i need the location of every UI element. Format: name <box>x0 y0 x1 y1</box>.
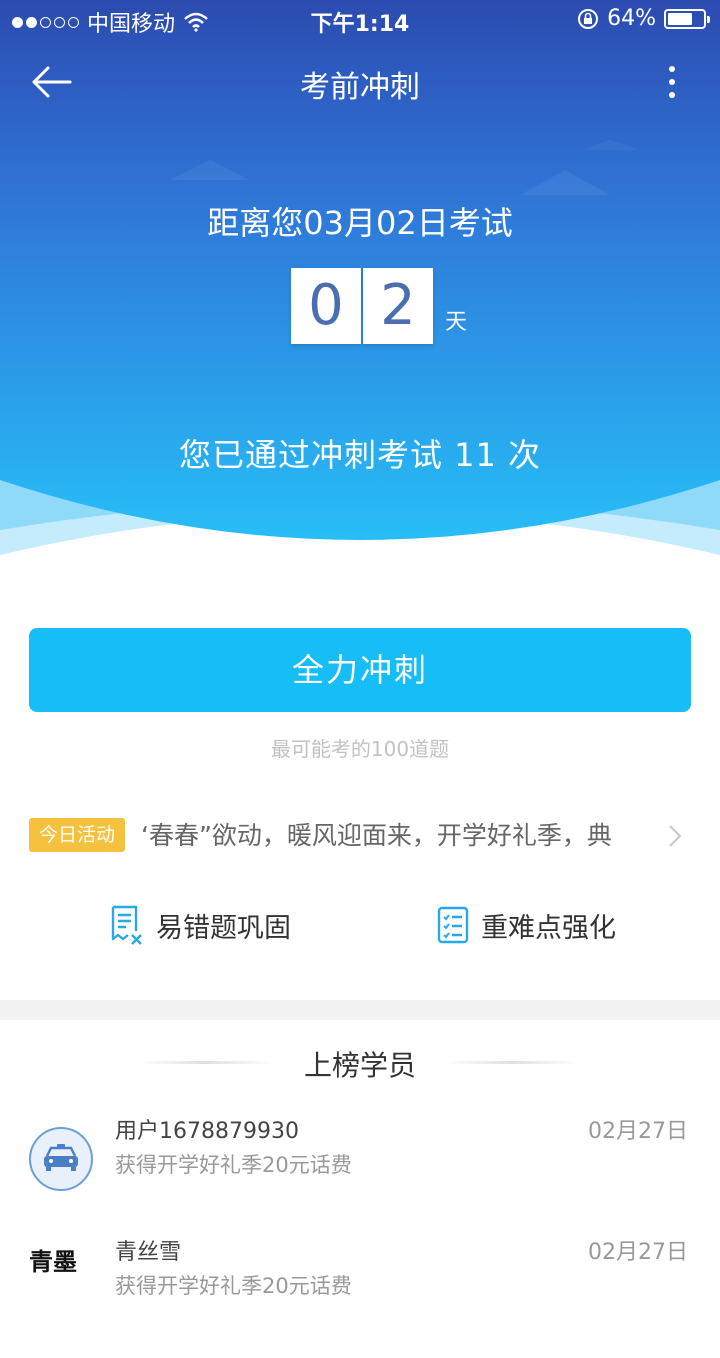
member-reward: 获得开学好礼季20元话费 <box>115 1274 352 1298</box>
battery-percent: 64% <box>607 6 656 31</box>
chevron-right-icon[interactable] <box>667 823 683 849</box>
avatar <box>29 1127 93 1191</box>
error-notes-icon <box>111 905 142 945</box>
full-sprint-button[interactable]: 全力冲刺 <box>29 628 691 712</box>
checklist-icon <box>437 906 469 944</box>
member-name: 青丝雪 <box>115 1240 182 1265</box>
member-date: 02月27日 <box>588 1240 688 1265</box>
countdown-unit: 天 <box>445 310 468 335</box>
rotation-lock-icon <box>578 8 599 29</box>
activity-tag: 今日活动 <box>29 818 125 852</box>
quick-link-key-points[interactable]: 重难点强化 <box>437 900 616 950</box>
title-divider-right <box>444 1061 580 1064</box>
member-date: 02月27日 <box>588 1119 688 1144</box>
ink-logo-avatar: 青墨 <box>29 1247 77 1276</box>
list-item[interactable]: 青墨 青丝雪 获得开学好礼季20元话费 02月27日 <box>0 1240 720 1358</box>
more-options-icon[interactable] <box>660 64 684 100</box>
quick-link-label: 易错题巩固 <box>156 912 291 944</box>
nav-bar: 考前冲刺 <box>0 44 720 118</box>
activity-banner[interactable]: 今日活动 ‘春春”欲动，暖风迎面来，开学好礼季，典 <box>29 818 691 854</box>
quick-link-error-review[interactable]: 易错题巩固 <box>110 900 291 950</box>
battery-icon <box>664 8 710 29</box>
car-icon <box>44 1144 78 1171</box>
member-name: 用户1678879930 <box>115 1119 299 1144</box>
quick-link-label: 重难点强化 <box>481 912 616 944</box>
avatar: 青墨 <box>29 1247 93 1312</box>
status-right: 64% <box>577 6 710 31</box>
countdown-digits: 0 2 天 <box>291 268 467 344</box>
countdown-digit-ones: 2 <box>363 268 433 344</box>
list-item[interactable]: 用户1678879930 获得开学好礼季20元话费 02月27日 <box>0 1119 720 1237</box>
leaderboard-title: 上榜学员 <box>303 1049 416 1082</box>
activity-text: ‘春春”欲动，暖风迎面来，开学好礼季，典 <box>141 821 612 850</box>
status-bar: 中国移动 下午1:14 64% <box>0 0 720 40</box>
passed-count-text: 您已通过冲刺考试 11 次 <box>178 436 542 474</box>
svg-text:青墨: 青墨 <box>29 1248 77 1276</box>
countdown-digit-tens: 0 <box>291 268 361 344</box>
page-title: 考前冲刺 <box>300 70 420 105</box>
section-divider <box>0 1000 720 1020</box>
sprint-subtitle: 最可能考的100道题 <box>270 737 450 761</box>
member-reward: 获得开学好礼季20元话费 <box>115 1153 352 1177</box>
countdown-label: 距离您03月02日考试 <box>207 204 513 242</box>
hero-header: 中国移动 下午1:14 64% 考前冲刺 距离您03月02日考试 0 2 天 您… <box>0 0 720 560</box>
